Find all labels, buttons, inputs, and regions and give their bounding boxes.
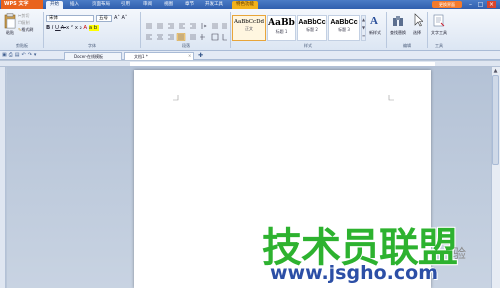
divider <box>43 12 44 48</box>
vertical-ruler[interactable] <box>0 67 6 288</box>
tab-label: 文档1 * <box>134 54 148 59</box>
text-tools-button[interactable] <box>433 13 445 28</box>
clipboard-group-label: 剪贴板 <box>16 43 28 48</box>
copy-button[interactable]: ❐复制 <box>18 20 40 26</box>
paragraph-row-1 <box>144 15 228 29</box>
copy-label: 复制 <box>21 20 30 25</box>
divider <box>230 12 231 48</box>
style-name: 标题 3 <box>338 27 350 32</box>
style-sample: AaBbCc <box>330 19 358 26</box>
tab-insert[interactable]: 插入 <box>66 1 83 9</box>
style-heading-2[interactable]: AaBbCc 标题 2 <box>297 15 327 41</box>
format-painter-label: 格式刷 <box>21 27 34 32</box>
text-tools-icon <box>433 14 445 27</box>
grow-font-icon: A˄ <box>114 15 120 21</box>
font-color-icon[interactable]: A <box>83 25 88 31</box>
font-size-select[interactable]: 五号 <box>96 15 112 22</box>
cut-button[interactable]: ✂剪切 <box>18 13 40 19</box>
paragraph-row-2 <box>144 26 228 41</box>
style-normal[interactable]: AaBbCcDd 正文 <box>232 15 266 41</box>
tab-document-1[interactable]: 文档1 * <box>124 52 194 60</box>
scrollbar-thumb[interactable] <box>492 75 499 165</box>
format-painter-button[interactable]: ✎格式刷 <box>18 27 42 33</box>
cursor-arrow-icon <box>414 13 424 27</box>
skin-button[interactable]: 更换界面 <box>432 1 462 8</box>
find-replace-label: 查找替换 <box>390 30 406 35</box>
find-replace-button[interactable] <box>392 13 404 28</box>
new-style-icon: A <box>370 15 378 27</box>
new-tab-icon[interactable]: ✚ <box>198 52 206 59</box>
divider <box>140 12 141 48</box>
styles-group-label: 样式 <box>304 43 312 48</box>
font-format-buttons[interactable]: BIUAx²x₂Aab <box>46 25 138 31</box>
highlight-icon[interactable]: ab <box>88 25 99 31</box>
corner-mark-top-left <box>173 95 179 101</box>
svg-text:A: A <box>370 15 378 27</box>
style-sample: AaBbCcDd <box>233 19 265 25</box>
styles-scroll-buttons[interactable]: ▲ ▼ ≡ <box>361 15 366 41</box>
text-tools-label: 文字工具 <box>431 30 447 35</box>
tab-special-features[interactable]: 特色功能 <box>232 1 258 9</box>
tab-view[interactable]: 视图 <box>161 1 176 9</box>
grow-shrink-font-buttons[interactable]: A˄ A˅ <box>114 15 136 21</box>
paste-button[interactable] <box>4 13 16 29</box>
style-name: 标题 2 <box>306 27 318 32</box>
tab-chapter[interactable]: 章节 <box>182 1 197 9</box>
tab-home[interactable]: 开始 <box>46 1 63 9</box>
quick-access-icons[interactable]: ▣⎙▤↶↷▾ <box>2 52 62 59</box>
maximize-button[interactable]: □ <box>476 1 485 8</box>
binoculars-icon <box>393 16 403 26</box>
tools-group-label: 工具 <box>435 43 443 48</box>
corner-mark-top-right <box>388 95 394 101</box>
editing-group-label: 编辑 <box>403 43 411 48</box>
watermark-url: www.jsgho.com <box>270 262 438 284</box>
alignment-icons[interactable] <box>144 33 228 41</box>
paragraph-group-label: 段落 <box>182 43 190 48</box>
ruler-text-area <box>130 62 435 66</box>
close-button[interactable]: × <box>487 1 496 8</box>
superscript-icon[interactable]: x² <box>66 25 75 31</box>
style-sample: AaBb <box>268 18 295 28</box>
cut-label: 剪切 <box>21 13 30 18</box>
save-icon[interactable]: ▣ <box>2 52 9 58</box>
tab-developer[interactable]: 开发工具 <box>202 1 226 9</box>
scroll-up-icon[interactable]: ▲ <box>492 68 499 75</box>
paste-label: 粘贴 <box>6 30 14 35</box>
style-name: 标题 1 <box>275 29 288 34</box>
style-name: 正文 <box>245 26 253 31</box>
close-tab-icon[interactable]: × <box>188 53 193 59</box>
tab-label: Docer-在线模板 <box>74 54 104 59</box>
minimize-button[interactable]: – <box>466 1 475 8</box>
dropdown-icon[interactable]: ▾ <box>34 52 39 58</box>
font-group-label: 字体 <box>88 43 96 48</box>
style-heading-3[interactable]: AaBbCc 标题 3 <box>328 15 360 41</box>
watermark-side-text: 验 <box>453 247 467 262</box>
tab-references[interactable]: 引用 <box>118 1 133 9</box>
new-style-button[interactable]: A <box>368 13 382 28</box>
new-style-label: 新样式 <box>369 30 381 35</box>
tab-docer-templates[interactable]: Docer-在线模板 <box>64 52 122 60</box>
select-button[interactable] <box>413 13 424 28</box>
tab-review[interactable]: 审阅 <box>140 1 155 9</box>
tab-page-layout[interactable]: 页面布局 <box>88 1 114 9</box>
style-heading-1[interactable]: AaBb 标题 1 <box>267 15 296 41</box>
shrink-font-icon: A˅ <box>121 15 128 21</box>
app-menu-button[interactable]: WPS 文字 <box>1 0 43 9</box>
select-label: 选择 <box>413 30 421 35</box>
font-name-select[interactable]: 宋体 <box>46 15 94 22</box>
paste-icon <box>4 13 16 29</box>
style-sample: AaBbCc <box>298 19 326 26</box>
